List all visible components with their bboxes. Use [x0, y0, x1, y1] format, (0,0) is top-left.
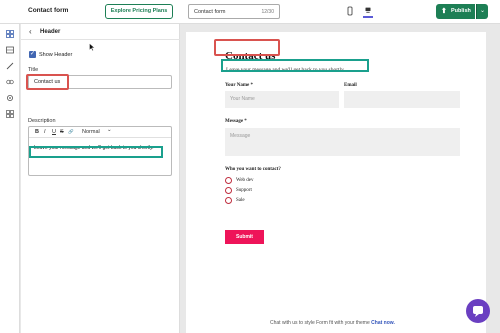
- form-title-value: Contact form: [194, 9, 226, 15]
- integrations-icon[interactable]: [6, 78, 14, 86]
- panel-title: Header: [40, 29, 61, 35]
- text-style-select[interactable]: Normal: [82, 129, 100, 135]
- form-subtitle-highlight: [221, 59, 369, 72]
- title-highlight: [26, 74, 69, 90]
- name-label: Your Name *: [225, 83, 253, 88]
- editor-toolbar: B I U S 🔗 Normal ⌄: [29, 127, 171, 138]
- layout-icon[interactable]: [6, 30, 14, 38]
- publish-button[interactable]: ⬆ Publish: [436, 4, 475, 19]
- form-title-input[interactable]: Contact form 12/30: [188, 4, 280, 19]
- settings-panel: ‹ Header ✓ Show Header Title Contact us …: [21, 24, 180, 333]
- form-preview-area: Contact us Leave your message and we'll …: [182, 24, 500, 333]
- email-label: Email: [344, 83, 357, 88]
- form-title-highlight: [214, 39, 280, 56]
- radio-label-support: Support: [236, 188, 252, 193]
- radio-label-sale: Sale: [236, 198, 245, 203]
- gear-icon[interactable]: [6, 94, 14, 102]
- mouse-cursor-icon: [89, 43, 95, 51]
- radio-label-web-dev: Web dev: [236, 178, 254, 183]
- publish-icon: ⬆: [441, 8, 447, 15]
- title-label: Title: [28, 67, 39, 73]
- underline-button[interactable]: U: [52, 129, 56, 135]
- desktop-preview-icon[interactable]: [363, 6, 373, 18]
- contact-question: Who you want to contact?: [225, 167, 281, 172]
- name-input[interactable]: Your Name: [225, 91, 339, 108]
- description-label: Description: [28, 118, 56, 124]
- italic-button[interactable]: I: [44, 129, 46, 135]
- inbox-icon[interactable]: [6, 46, 14, 54]
- show-header-checkbox[interactable]: ✓: [29, 51, 36, 58]
- publish-dropdown-button[interactable]: ⌄: [476, 4, 488, 19]
- icon-rail: [0, 24, 20, 333]
- name-placeholder: Your Name: [230, 96, 255, 102]
- chat-launcher-button[interactable]: [466, 299, 490, 323]
- back-arrow-icon[interactable]: ‹: [29, 27, 32, 36]
- apps-icon[interactable]: [6, 110, 14, 118]
- description-highlight: [29, 146, 163, 158]
- chat-bubble-icon: [473, 306, 483, 317]
- app-title: Contact form: [28, 7, 69, 14]
- chevron-down-icon[interactable]: ⌄: [107, 127, 112, 133]
- message-textarea[interactable]: Message: [225, 128, 460, 156]
- message-placeholder: Message: [230, 133, 251, 139]
- bold-button[interactable]: B: [35, 129, 39, 135]
- panel-header: ‹ Header: [21, 24, 180, 40]
- publish-label: Publish: [451, 8, 471, 14]
- form-canvas: Contact us Leave your message and we'll …: [186, 32, 486, 333]
- message-label: Message *: [225, 119, 247, 124]
- show-header-label: Show Header: [39, 52, 73, 58]
- footer-note: Chat with us to style Form fit with your…: [270, 320, 395, 326]
- submit-button[interactable]: Submit: [225, 230, 264, 244]
- radio-support[interactable]: [225, 187, 232, 194]
- email-input[interactable]: [344, 91, 460, 108]
- char-counter: 12/30: [261, 9, 274, 15]
- strikethrough-button[interactable]: S: [60, 129, 64, 135]
- chevron-down-icon: ⌄: [479, 8, 486, 14]
- chat-now-link[interactable]: Chat now.: [371, 320, 395, 326]
- link-icon[interactable]: 🔗: [68, 129, 74, 135]
- explore-pricing-button[interactable]: Explore Pricing Plans: [105, 4, 173, 19]
- radio-sale[interactable]: [225, 197, 232, 204]
- top-bar: Contact form Explore Pricing Plans Conta…: [0, 0, 500, 24]
- brush-icon[interactable]: [6, 62, 14, 70]
- footer-text: Chat with us to style Form fit with your…: [270, 320, 370, 326]
- mobile-preview-icon[interactable]: [345, 6, 355, 18]
- radio-web-dev[interactable]: [225, 177, 232, 184]
